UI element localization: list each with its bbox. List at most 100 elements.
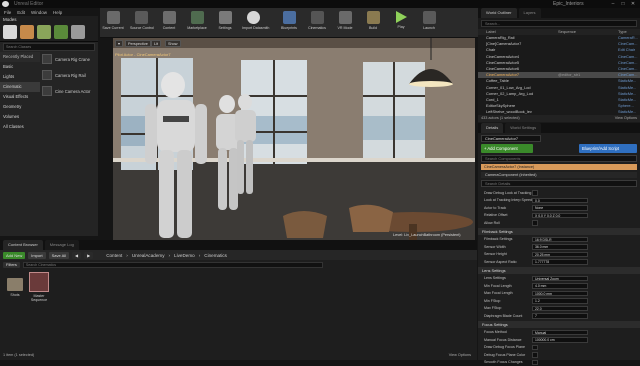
property-value-field[interactable]: 100000.0 cm xyxy=(532,337,588,343)
search-classes-input[interactable]: Search Classes xyxy=(3,43,95,51)
tab-content-browser[interactable]: Content Browser xyxy=(3,240,43,250)
property-value-field[interactable]: 1.2 xyxy=(532,298,588,304)
place-mode-icon[interactable] xyxy=(3,25,17,39)
property-value-field[interactable]: 7 xyxy=(532,313,588,319)
back-icon[interactable]: ◀ xyxy=(72,252,81,259)
property-row: Min FStop1.2 xyxy=(478,297,640,305)
category-lights[interactable]: Lights xyxy=(0,72,40,82)
category-geometry[interactable]: Geometry xyxy=(0,102,40,112)
minimize-icon[interactable]: – xyxy=(610,1,616,7)
tab-world-settings[interactable]: World Settings xyxy=(505,123,541,133)
property-value-field[interactable]: 16:9 DSLR xyxy=(532,237,588,243)
save-current-button[interactable]: Save Current xyxy=(102,10,124,38)
play-button[interactable]: Play xyxy=(390,10,412,38)
perspective-button[interactable]: Perspective xyxy=(125,40,151,47)
property-row: Focus MethodManual xyxy=(478,329,640,337)
viewport-options-button[interactable]: ▾ xyxy=(115,40,123,47)
property-value-field[interactable]: Manual xyxy=(532,330,588,336)
asset-master-sequence[interactable]: Master Sequence xyxy=(28,272,50,302)
forward-icon[interactable]: ▶ xyxy=(84,252,93,259)
chevron-right-icon: › xyxy=(169,253,171,258)
blueprint-add-script-button[interactable]: Blueprint/Add Script xyxy=(579,144,637,153)
property-checkbox[interactable] xyxy=(532,352,538,358)
place-item-camera-rig-crane[interactable]: Camera Rig Crane xyxy=(42,52,96,66)
section-filmback[interactable]: Filmback Settings xyxy=(478,228,640,235)
source-control-button[interactable]: Source Control xyxy=(130,10,152,38)
outliner-search-input[interactable]: Search... xyxy=(481,20,637,27)
search-components-input[interactable]: Search Components xyxy=(481,155,637,162)
crumb-livedemo[interactable]: LiveDemo xyxy=(174,253,195,258)
category-volumes[interactable]: Volumes xyxy=(0,112,40,122)
category-all-classes[interactable]: All Classes xyxy=(0,122,40,132)
property-value-field[interactable]: Universal Zoom xyxy=(532,276,588,282)
paint-mode-icon[interactable] xyxy=(20,25,34,39)
tab-details[interactable]: Details xyxy=(481,123,503,133)
camera-component-row[interactable]: CameraComponent (Inherited) xyxy=(481,172,637,178)
category-visual-effects[interactable]: Visual Effects xyxy=(0,92,40,102)
foliage-mode-icon[interactable] xyxy=(54,25,68,39)
crumb-unrealacademy[interactable]: UnrealAcademy xyxy=(132,253,165,258)
outliner-cell-seq xyxy=(558,109,618,115)
property-value-field[interactable]: 4.0 mm xyxy=(532,283,588,289)
property-value-field[interactable]: None xyxy=(532,205,588,211)
property-value-field[interactable]: 0.0 xyxy=(532,198,588,204)
outliner-view-options[interactable]: View Options xyxy=(615,115,637,122)
search-assets-input[interactable]: Search Cinematics xyxy=(23,262,323,268)
menu-window[interactable]: Window xyxy=(31,10,47,15)
property-row: Draw Debug Focus Plane xyxy=(478,344,640,352)
tab-layers[interactable]: Layers xyxy=(519,8,541,18)
property-label: Focus Method xyxy=(484,330,532,334)
tab-message-log[interactable]: Message Log xyxy=(45,240,79,250)
landscape-mode-icon[interactable] xyxy=(37,25,51,39)
menu-help[interactable]: Help xyxy=(53,10,62,15)
property-checkbox[interactable] xyxy=(532,190,538,196)
property-checkbox[interactable] xyxy=(532,360,538,366)
add-new-button[interactable]: Add New xyxy=(3,252,25,259)
show-button[interactable]: Show xyxy=(165,40,181,47)
cinematics-button[interactable]: Cinematics xyxy=(306,10,328,38)
content-view-options[interactable]: View Options xyxy=(449,353,471,360)
level-viewport[interactable]: ▾ Perspective Lit Show Pilot Actor - Cin… xyxy=(113,38,475,240)
property-value-field[interactable]: X 0.0 Y 0.0 Z 0.0 xyxy=(532,213,588,219)
menu-file[interactable]: File xyxy=(4,10,11,15)
crumb-cinematics[interactable]: Cinematics xyxy=(204,253,227,258)
search-details-input[interactable]: Search Details xyxy=(481,180,637,187)
import-datasmith-button[interactable]: Import Datasmith xyxy=(242,10,264,38)
section-lens[interactable]: Lens Settings xyxy=(478,267,640,274)
property-checkbox[interactable] xyxy=(532,220,538,226)
launch-button[interactable]: Launch xyxy=(418,10,440,38)
maximize-icon[interactable]: □ xyxy=(620,1,626,7)
actor-instance-row[interactable]: CineCameraActor7 (Instance) xyxy=(481,164,637,170)
actor-name-field[interactable]: CineCameraActor7 xyxy=(481,135,541,142)
place-item-camera-rig-rail[interactable]: Camera Rig Rail xyxy=(42,68,96,82)
vr-mode-button[interactable]: VR Mode xyxy=(334,10,356,38)
tab-world-outliner[interactable]: World Outliner xyxy=(481,8,517,18)
place-item-cine-camera-actor[interactable]: Cine Camera Actor xyxy=(42,84,96,98)
filters-button[interactable]: Filters xyxy=(3,262,20,268)
property-value-field[interactable]: 1000.0 mm xyxy=(532,291,588,297)
property-value-field[interactable]: 1.777778 xyxy=(532,259,588,265)
import-button[interactable]: Import xyxy=(28,252,45,259)
close-icon[interactable]: ✕ xyxy=(630,1,636,7)
category-basic[interactable]: Basic xyxy=(0,62,40,72)
settings-button[interactable]: Settings xyxy=(214,10,236,38)
asset-shots-folder[interactable]: Shots xyxy=(4,272,26,297)
marketplace-button[interactable]: Marketplace xyxy=(186,10,208,38)
section-focus[interactable]: Focus Settings xyxy=(478,321,640,328)
geometry-mode-icon[interactable] xyxy=(71,25,85,39)
property-value-field[interactable]: 20.25 mm xyxy=(532,252,588,258)
crumb-content[interactable]: Content xyxy=(106,253,122,258)
build-button[interactable]: Build xyxy=(362,10,384,38)
property-value-field[interactable]: 36.0 mm xyxy=(532,244,588,250)
menu-edit[interactable]: Edit xyxy=(17,10,25,15)
save-all-button[interactable]: Save All xyxy=(49,252,69,259)
add-component-button[interactable]: + Add Component xyxy=(481,144,533,153)
category-recently-placed[interactable]: Recently Placed xyxy=(0,52,40,62)
lit-button[interactable]: Lit xyxy=(151,40,161,47)
modes-tab[interactable]: Modes xyxy=(3,17,17,22)
property-checkbox[interactable] xyxy=(532,345,538,351)
blueprints-button[interactable]: Blueprints xyxy=(278,10,300,38)
category-cinematic[interactable]: Cinematic xyxy=(0,82,40,92)
property-value-field[interactable]: 22.0 xyxy=(532,306,588,312)
content-button[interactable]: Content xyxy=(158,10,180,38)
